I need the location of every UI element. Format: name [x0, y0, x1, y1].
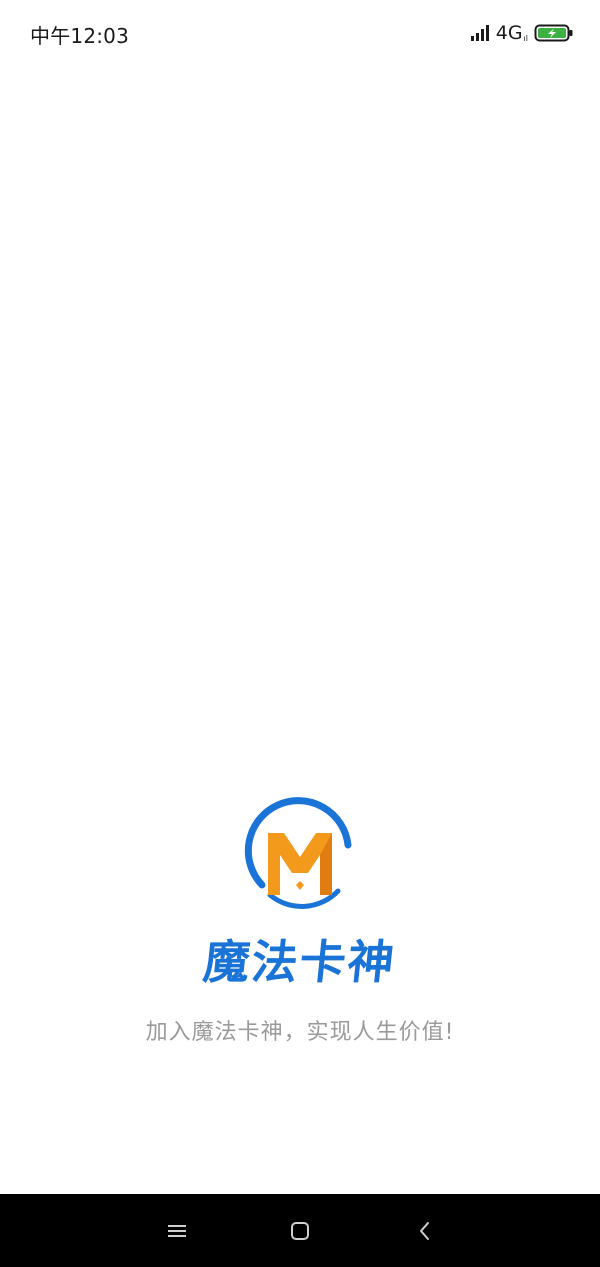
- signal-icon: [470, 24, 490, 42]
- slogan-text: 加入魔法卡神，实现人生价值!: [145, 1020, 455, 1045]
- system-nav-bar: [0, 1194, 600, 1267]
- status-indicators: 4Gıl: [470, 20, 574, 46]
- back-icon[interactable]: [408, 1214, 442, 1248]
- network-activity-text: ıl: [523, 34, 528, 43]
- status-time: 中午12:03: [30, 24, 130, 48]
- app-name: 魔法卡神: [200, 935, 399, 989]
- home-icon[interactable]: [283, 1214, 317, 1248]
- battery-charging-icon: [534, 23, 574, 43]
- network-type-label: 4Gıl: [496, 22, 528, 44]
- magic-card-logo-icon: [240, 795, 360, 915]
- network-type-text: 4G: [495, 22, 523, 44]
- status-bar: 中午12:03 4Gıl: [0, 0, 600, 66]
- menu-icon[interactable]: [160, 1214, 194, 1248]
- splash-screen: 中午12:03 4Gıl 魔法卡神 加入魔法卡神，实现人生价值!: [0, 0, 600, 1267]
